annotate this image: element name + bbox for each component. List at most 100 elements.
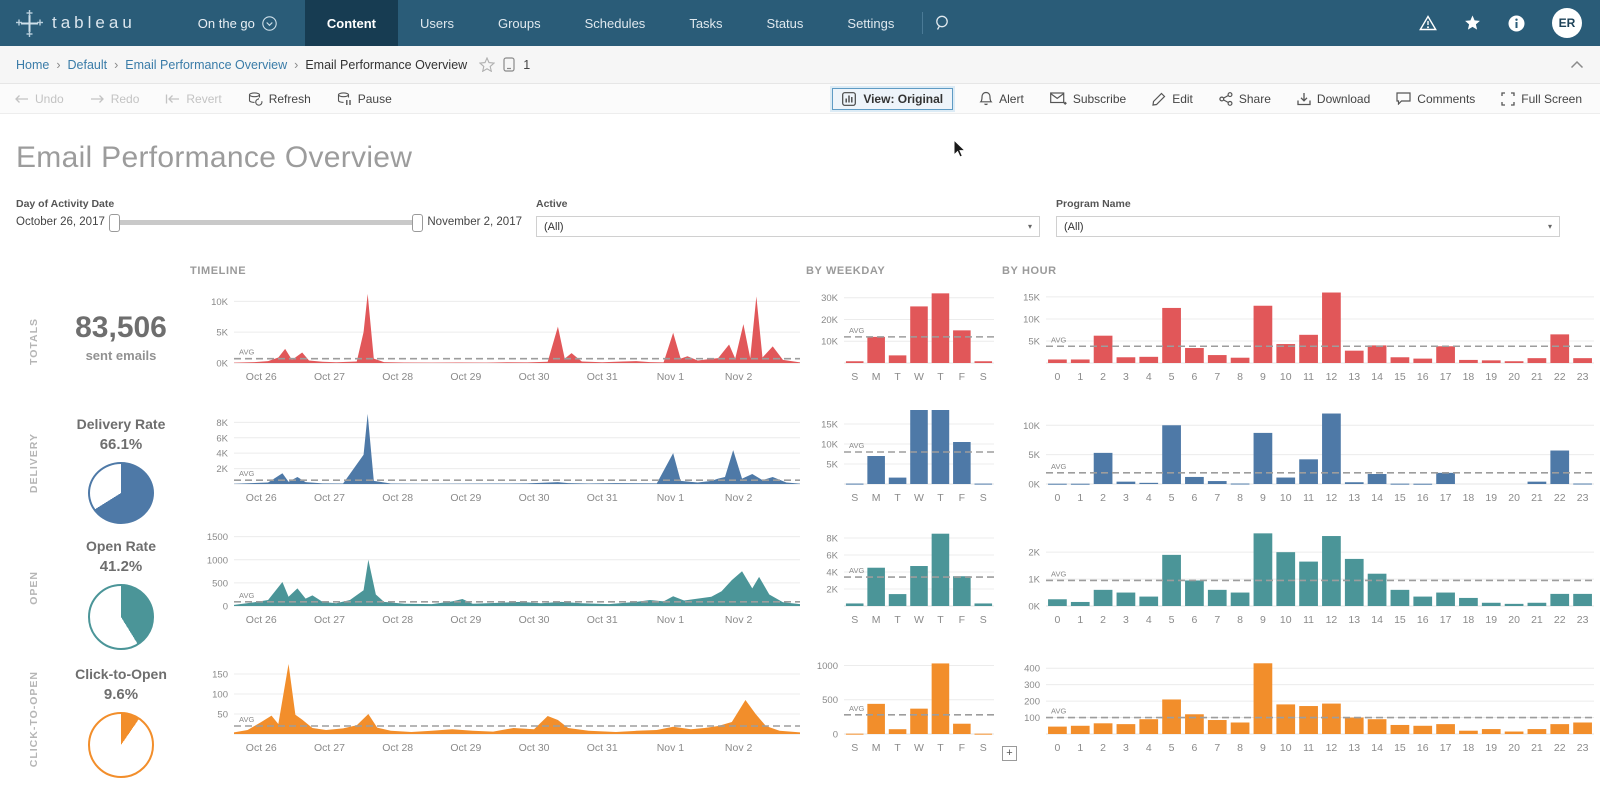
user-avatar[interactable]: ER [1552, 8, 1582, 38]
nav-item-groups[interactable]: Groups [476, 0, 563, 46]
svg-text:8: 8 [1237, 371, 1243, 383]
svg-text:F: F [959, 614, 965, 626]
svg-text:T: T [894, 492, 901, 504]
svg-text:AVG: AVG [239, 348, 254, 357]
totals-by-hour-chart[interactable]: 15K10K5K01234567891011121314151617181920… [1002, 281, 1600, 402]
nav-item-settings[interactable]: Settings [825, 0, 916, 46]
info-icon[interactable] [1508, 15, 1525, 32]
slider-handle-end[interactable] [412, 214, 423, 232]
click-to-open-pie [88, 712, 154, 778]
subscribe-button[interactable]: Subscribe [1050, 92, 1126, 106]
svg-text:14: 14 [1371, 742, 1383, 754]
svg-text:500: 500 [212, 578, 228, 589]
open-by-hour-chart[interactable]: 2K1K0K0123456789101112131415161718192021… [1002, 524, 1600, 652]
svg-text:9: 9 [1260, 371, 1266, 383]
bell-icon [979, 91, 993, 106]
undo-button[interactable]: Undo [14, 92, 64, 106]
program-filter-dropdown[interactable]: (All) ▾ [1056, 216, 1560, 237]
svg-text:1: 1 [1077, 371, 1083, 383]
edit-button[interactable]: Edit [1152, 92, 1193, 106]
download-button[interactable]: Download [1297, 92, 1370, 106]
svg-text:4: 4 [1146, 614, 1152, 626]
favorite-star-outline-icon[interactable] [479, 57, 495, 72]
click-to-open-by-weekday-chart[interactable]: 10005000SMTWTFSAVG [806, 652, 1002, 786]
nav-right-icons: ER [1419, 8, 1582, 38]
program-filter-value: (All) [1064, 221, 1084, 233]
mouse-cursor [953, 139, 966, 158]
totals-timeline-chart[interactable]: 10K5K0KOct 26Oct 27Oct 28Oct 29Oct 30Oct… [190, 281, 806, 402]
svg-text:20: 20 [1508, 614, 1520, 626]
active-filter-value: (All) [544, 221, 564, 233]
svg-text:Oct 26: Oct 26 [246, 492, 277, 504]
date-range-slider[interactable] [113, 220, 420, 225]
slider-handle-start[interactable] [109, 214, 120, 232]
svg-text:100: 100 [212, 690, 228, 701]
click-to-open-by-hour-chart[interactable]: 4003002001000123456789101112131415161718… [1002, 652, 1600, 786]
open-by-weekday-chart[interactable]: 8K6K4K2KSMTWTFSAVG [806, 524, 1002, 652]
svg-text:AVG: AVG [849, 704, 864, 713]
open-timeline-chart[interactable]: 150010005000Oct 26Oct 27Oct 28Oct 29Oct … [190, 524, 806, 652]
refresh-button[interactable]: Refresh [248, 92, 311, 106]
breadcrumb-workbook[interactable]: Email Performance Overview [125, 58, 287, 72]
pause-updates-icon [337, 92, 352, 106]
view-original-button[interactable]: View: Original [832, 88, 953, 110]
svg-text:3: 3 [1123, 614, 1129, 626]
svg-text:Oct 29: Oct 29 [450, 492, 481, 504]
svg-text:6: 6 [1191, 742, 1197, 754]
svg-text:5: 5 [1169, 742, 1175, 754]
date-end: November 2, 2017 [427, 216, 522, 228]
nav-item-tasks[interactable]: Tasks [667, 0, 744, 46]
search-icon[interactable] [933, 13, 953, 33]
alert-button[interactable]: Alert [979, 91, 1024, 106]
breadcrumb-current-view: Email Performance Overview [305, 58, 467, 72]
svg-text:2K: 2K [216, 464, 228, 475]
open-rate-value: 41.2% [100, 558, 143, 575]
svg-text:M: M [872, 371, 881, 383]
caret-down-icon: ▾ [1028, 222, 1032, 231]
site-name: On the go [198, 16, 255, 31]
site-selector[interactable]: On the go [198, 16, 277, 31]
fullscreen-button[interactable]: Full Screen [1501, 92, 1582, 106]
svg-text:W: W [914, 742, 924, 754]
svg-text:S: S [851, 614, 858, 626]
date-start: October 26, 2017 [16, 216, 105, 228]
pause-button[interactable]: Pause [337, 92, 392, 106]
click-to-open-timeline-chart[interactable]: 15010050Oct 26Oct 27Oct 28Oct 29Oct 30Oc… [190, 652, 806, 786]
svg-text:0K: 0K [1028, 480, 1040, 491]
svg-text:Oct 27: Oct 27 [314, 742, 345, 754]
zoom-in-button[interactable]: + [1002, 746, 1017, 761]
favorites-star-icon[interactable] [1464, 15, 1481, 31]
breadcrumb-separator: › [56, 58, 60, 72]
breadcrumb-project[interactable]: Default [68, 58, 108, 72]
delivery-timeline-chart[interactable]: 8K6K4K2KOct 26Oct 27Oct 28Oct 29Oct 30Oc… [190, 402, 806, 524]
comments-button[interactable]: Comments [1396, 92, 1475, 106]
svg-text:8: 8 [1237, 492, 1243, 504]
totals-by-weekday-chart[interactable]: 30K20K10KSMTWTFSAVG [806, 281, 1002, 402]
revert-button[interactable]: Revert [165, 92, 221, 106]
main-menu: Content Users Groups Schedules Tasks Sta… [305, 0, 917, 46]
active-filter-dropdown[interactable]: (All) ▾ [536, 216, 1040, 237]
svg-text:19: 19 [1485, 742, 1497, 754]
filters-row: Day of Activity Date October 26, 2017 No… [16, 198, 1600, 237]
svg-text:Oct 31: Oct 31 [587, 492, 618, 504]
svg-text:2: 2 [1100, 371, 1106, 383]
svg-text:AVG: AVG [1051, 569, 1066, 578]
share-button[interactable]: Share [1219, 92, 1271, 106]
nav-item-status[interactable]: Status [745, 0, 826, 46]
envelope-plus-icon [1050, 92, 1067, 106]
redo-button[interactable]: Redo [90, 92, 140, 106]
breadcrumb-home[interactable]: Home [16, 58, 49, 72]
nav-item-content[interactable]: Content [305, 0, 398, 46]
nav-item-users[interactable]: Users [398, 0, 476, 46]
collapse-chevron-up-icon[interactable] [1570, 60, 1584, 69]
nav-item-schedules[interactable]: Schedules [563, 0, 668, 46]
delivery-by-weekday-chart[interactable]: 15K10K5KSMTWTFSAVG [806, 402, 1002, 524]
svg-text:6K: 6K [216, 433, 228, 444]
svg-text:M: M [872, 492, 881, 504]
alerts-warning-icon[interactable] [1419, 15, 1437, 31]
svg-text:16: 16 [1417, 492, 1429, 504]
svg-text:F: F [959, 492, 965, 504]
delivery-by-hour-chart[interactable]: 10K5K0K012345678910111213141516171819202… [1002, 402, 1600, 524]
svg-text:15: 15 [1394, 614, 1406, 626]
svg-text:Oct 28: Oct 28 [382, 742, 413, 754]
